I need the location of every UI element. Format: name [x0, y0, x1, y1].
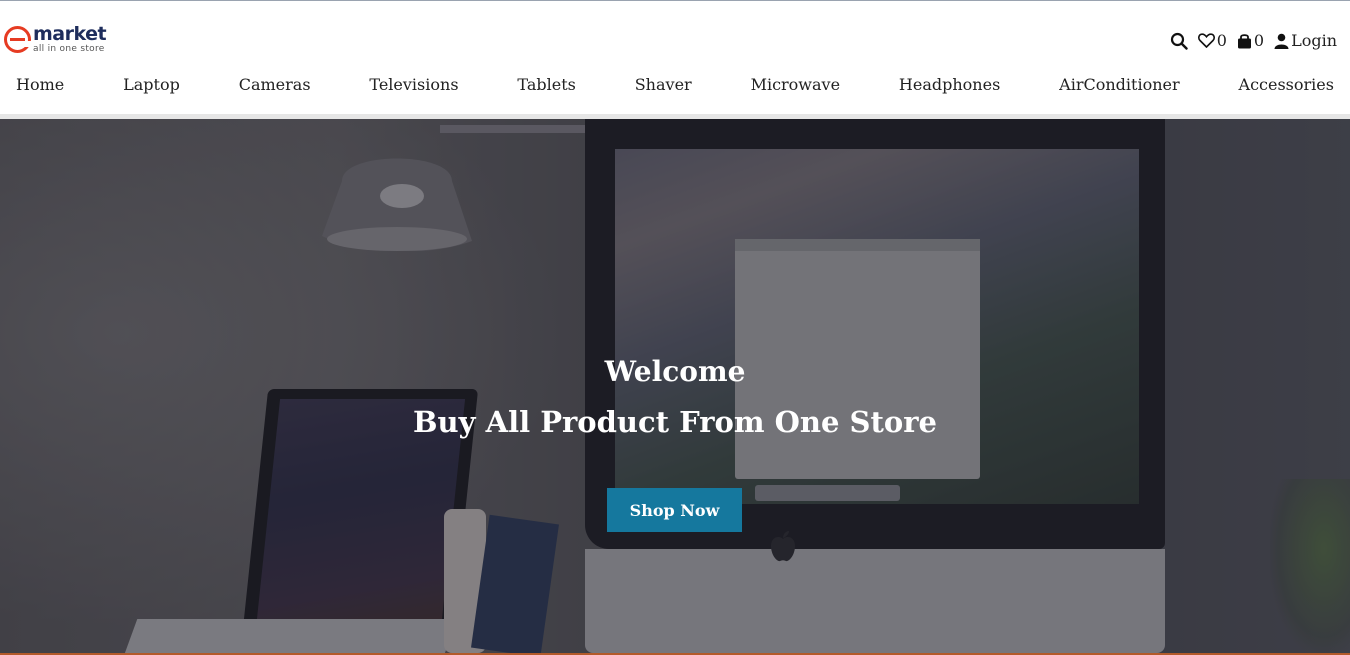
hero-subtitle: Buy All Product From One Store	[413, 405, 937, 439]
nav-item-laptop[interactable]: Laptop	[123, 75, 180, 99]
nav-item-accessories[interactable]: Accessories	[1239, 75, 1334, 99]
cart-count: 0	[1253, 31, 1265, 50]
logo-e-icon	[4, 26, 32, 53]
login-link[interactable]: Login	[1274, 31, 1337, 50]
brand-tagline: all in one store	[33, 44, 105, 54]
user-icon	[1274, 33, 1289, 49]
nav-item-headphones[interactable]: Headphones	[899, 75, 1000, 99]
nav-item-home[interactable]: Home	[16, 75, 64, 99]
shop-now-button[interactable]: Shop Now	[607, 488, 742, 532]
logo-text: market all in one store	[33, 23, 107, 54]
shopping-bag-icon	[1237, 33, 1251, 48]
header-tools: 0 0 Login	[1170, 31, 1337, 50]
nav-item-shaver[interactable]: Shaver	[635, 75, 692, 99]
nav-item-cameras[interactable]: Cameras	[239, 75, 311, 99]
search-button[interactable]	[1170, 32, 1188, 50]
main-nav: Home Laptop Cameras Televisions Tablets …	[0, 75, 1350, 99]
heart-icon	[1197, 33, 1215, 48]
wishlist-button[interactable]: 0	[1197, 31, 1227, 50]
login-label: Login	[1291, 31, 1337, 50]
brand-logo[interactable]: market all in one store	[4, 23, 107, 54]
hero-banner: Welcome Buy All Product From One Store S…	[0, 119, 1350, 653]
wishlist-count: 0	[1216, 31, 1227, 50]
page: market all in one store 0 0 Login Home L…	[0, 0, 1350, 655]
cart-button[interactable]: 0	[1237, 31, 1264, 50]
brand-name: market	[33, 23, 107, 45]
nav-item-microwave[interactable]: Microwave	[751, 75, 840, 99]
nav-item-airconditioner[interactable]: AirConditioner	[1059, 75, 1179, 99]
site-header: market all in one store 0 0 Login Home L…	[0, 1, 1350, 115]
hero-title: Welcome	[604, 355, 746, 388]
nav-item-televisions[interactable]: Televisions	[369, 75, 458, 99]
search-icon	[1170, 32, 1188, 50]
nav-item-tablets[interactable]: Tablets	[517, 75, 575, 99]
